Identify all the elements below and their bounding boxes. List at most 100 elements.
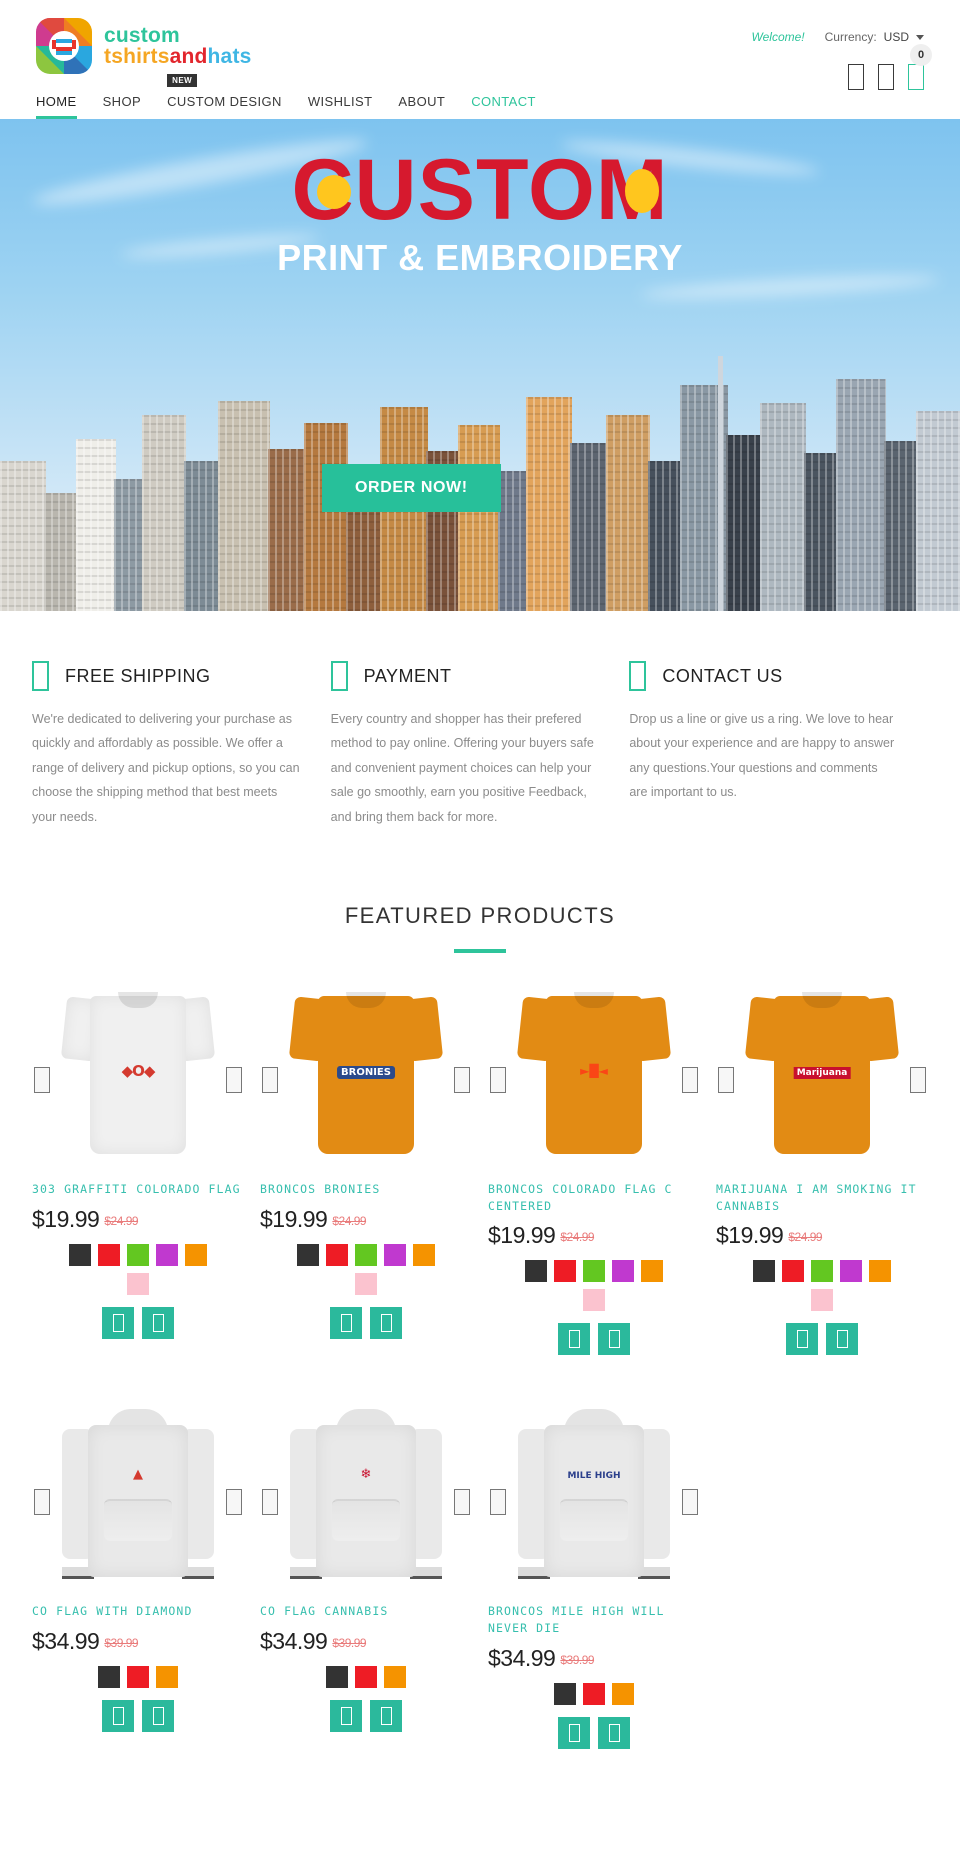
product-prev-image-icon[interactable] [262,1489,278,1516]
product-card[interactable]: ►█◄ BRONCOS COLORADO FLAG C CENTERED $19… [480,979,708,1356]
color-swatch[interactable] [811,1260,833,1283]
add-to-cart-button[interactable] [786,1323,818,1356]
color-swatch[interactable] [69,1243,91,1266]
product-price: $19.99 $24.99 [488,1222,700,1249]
product-prev-image-icon[interactable] [718,1066,734,1093]
quick-view-button[interactable] [142,1699,174,1732]
product-image-tshirt: BRONIES [288,986,444,1161]
nav-item-wishlist[interactable]: WISHLIST [308,94,373,119]
search-icon[interactable] [848,64,864,90]
color-swatch[interactable] [869,1260,891,1283]
product-next-image-icon[interactable] [226,1489,242,1516]
product-image-tshirt: ►█◄ [516,986,672,1161]
color-swatch[interactable] [782,1260,804,1283]
chevron-left-icon[interactable] [14,459,28,485]
color-swatch[interactable] [554,1260,576,1283]
product-title[interactable]: 303 GRAFFITI COLORADO FLAG [32,1181,244,1198]
user-account-icon[interactable] [878,64,894,90]
quick-view-button[interactable] [598,1323,630,1356]
color-swatch[interactable] [297,1243,319,1266]
color-swatch[interactable] [156,1665,178,1688]
product-card[interactable]: ❄ CO FLAG CANNABIS $34.99 $39.99 [252,1401,480,1748]
product-card[interactable]: Marijuana MARIJUANA I AM SMOKING IT CANN… [708,979,936,1356]
product-card[interactable]: ▲ CO FLAG WITH DIAMOND $34.99 $39.99 [24,1401,252,1748]
product-next-image-icon[interactable] [454,1066,470,1093]
site-logo[interactable]: custom tshirtsandhats [36,18,252,74]
color-swatch[interactable] [840,1260,862,1283]
color-swatch[interactable] [355,1665,377,1688]
color-swatch[interactable] [384,1243,406,1266]
product-next-image-icon[interactable] [682,1066,698,1093]
quick-view-button[interactable] [598,1716,630,1749]
product-prev-image-icon[interactable] [34,1489,50,1516]
add-to-cart-button[interactable] [558,1323,590,1356]
quick-view-icon [152,1313,164,1332]
color-swatch[interactable] [583,1682,605,1705]
product-card[interactable]: ◆O◆ 303 GRAFFITI COLORADO FLAG $19.99 $24… [24,979,252,1355]
quick-view-button[interactable] [142,1306,174,1339]
color-swatch[interactable] [127,1665,149,1688]
product-next-image-icon[interactable] [454,1489,470,1516]
product-card[interactable]: BRONIES BRONCOS BRONIES $19.99 $24.99 [252,979,480,1355]
service-contact-us: CONTACT US Drop us a line or give us a r… [629,661,928,829]
color-swatch[interactable] [583,1260,605,1283]
quick-view-button[interactable] [370,1306,402,1339]
chevron-right-icon[interactable] [932,459,946,485]
color-swatch[interactable] [811,1289,833,1312]
color-swatch[interactable] [413,1243,435,1266]
product-title[interactable]: BRONCOS MILE HIGH WILL NEVER DIE [488,1603,700,1636]
color-swatch[interactable] [612,1682,634,1705]
currency-selector[interactable]: Currency: USD [825,30,924,44]
add-to-cart-button[interactable] [558,1716,590,1749]
color-swatch[interactable] [185,1243,207,1266]
color-swatch[interactable] [583,1289,605,1312]
nav-item-about[interactable]: ABOUT [398,94,445,119]
product-title[interactable]: BRONCOS COLORADO FLAG C CENTERED [488,1181,700,1214]
color-swatch[interactable] [127,1243,149,1266]
color-swatch[interactable] [612,1260,634,1283]
nav-item-contact[interactable]: CONTACT [471,94,536,119]
quick-view-button[interactable] [370,1699,402,1732]
add-to-cart-button[interactable] [102,1699,134,1732]
product-image-hoodie: ▲ [60,1407,216,1585]
shopping-cart-button[interactable]: 0 [908,44,932,90]
color-swatch[interactable] [98,1665,120,1688]
shopping-cart-icon [908,64,924,90]
color-swatch[interactable] [384,1665,406,1688]
product-color-swatches [747,1260,897,1312]
color-swatch[interactable] [156,1243,178,1266]
order-now-button[interactable]: ORDER NOW! [322,464,501,512]
product-prev-image-icon[interactable] [490,1489,506,1516]
color-swatch[interactable] [355,1272,377,1295]
product-prev-image-icon[interactable] [490,1066,506,1093]
product-title[interactable]: MARIJUANA I AM SMOKING IT CANNABIS [716,1181,928,1214]
hero-title: CUSTOM [291,147,668,233]
add-to-cart-button[interactable] [330,1699,362,1732]
color-swatch[interactable] [355,1243,377,1266]
color-swatch[interactable] [98,1243,120,1266]
nav-item-home[interactable]: HOME [36,94,77,119]
product-prev-image-icon[interactable] [262,1066,278,1093]
add-to-cart-button[interactable] [102,1306,134,1339]
color-swatch[interactable] [753,1260,775,1283]
nav-label-contact: CONTACT [471,94,536,109]
nav-item-shop[interactable]: SHOP [103,94,141,119]
color-swatch[interactable] [326,1243,348,1266]
nav-label-custom-design: CUSTOM DESIGN [167,94,282,109]
product-title[interactable]: BRONCOS BRONIES [260,1181,472,1198]
color-swatch[interactable] [525,1260,547,1283]
color-swatch[interactable] [554,1682,576,1705]
color-swatch[interactable] [641,1260,663,1283]
product-title[interactable]: CO FLAG CANNABIS [260,1603,472,1620]
add-to-cart-button[interactable] [330,1306,362,1339]
nav-item-custom-design[interactable]: NEW CUSTOM DESIGN [167,74,282,119]
product-next-image-icon[interactable] [910,1066,926,1093]
product-prev-image-icon[interactable] [34,1066,50,1093]
product-next-image-icon[interactable] [226,1066,242,1093]
product-title[interactable]: CO FLAG WITH DIAMOND [32,1603,244,1620]
product-next-image-icon[interactable] [682,1489,698,1516]
color-swatch[interactable] [127,1272,149,1295]
quick-view-button[interactable] [826,1323,858,1356]
product-card[interactable]: MILE HIGH BRONCOS MILE HIGH WILL NEVER D… [480,1401,708,1749]
color-swatch[interactable] [326,1665,348,1688]
